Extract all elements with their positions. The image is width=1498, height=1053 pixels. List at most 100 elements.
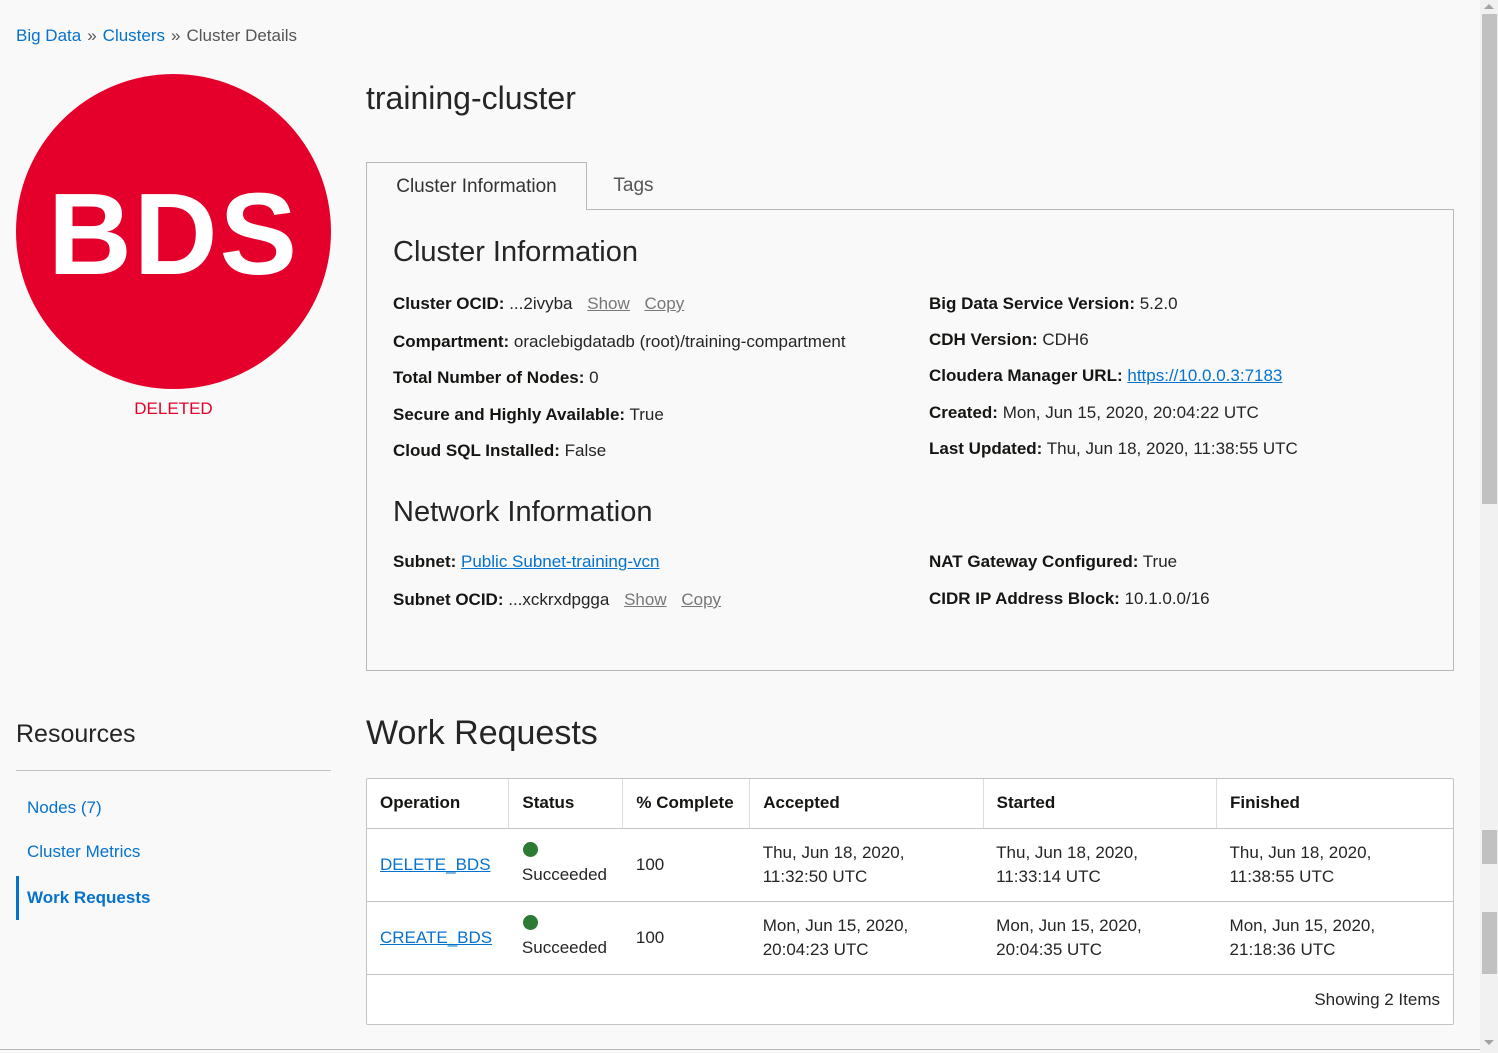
status-cell: Succeeded	[508, 828, 623, 902]
field-label: Cloudera Manager URL:	[929, 366, 1123, 385]
nat-gateway-value: True	[1142, 552, 1178, 571]
show-ocid-button[interactable]: Show	[587, 294, 630, 313]
finished-time: 11:38:55 UTC	[1229, 866, 1335, 886]
status-text: Succeeded	[521, 865, 607, 884]
cidr-value: 10.1.0.0/16	[1124, 589, 1210, 608]
finished-cell: Thu, Jun 18, 2020, 11:38:55 UTC	[1216, 828, 1453, 902]
breadcrumb-separator: »	[87, 26, 97, 45]
cdh-version-field: CDH Version: CDH6	[929, 330, 1089, 350]
breadcrumb-clusters[interactable]: Clusters	[103, 26, 165, 45]
accepted-time: 11:32:50 UTC	[762, 866, 868, 886]
field-label: CDH Version:	[929, 330, 1038, 349]
breadcrumb-current: Cluster Details	[186, 26, 298, 45]
field-label: NAT Gateway Configured:	[929, 552, 1139, 571]
work-requests-table: Operation Status % Complete Accepted Sta…	[366, 778, 1454, 1025]
percent-complete: 100	[622, 901, 750, 975]
accepted-time: 20:04:23 UTC	[762, 939, 869, 959]
scrollbar-thumb[interactable]	[1482, 14, 1497, 504]
accepted-date: Mon, Jun 15, 2020,	[762, 915, 909, 935]
field-label: Big Data Service Version:	[929, 294, 1135, 313]
cdh-version-value: CDH6	[1042, 330, 1089, 349]
breadcrumb-big-data[interactable]: Big Data	[16, 26, 81, 45]
breadcrumb-separator: »	[171, 26, 181, 45]
started-cell: Thu, Jun 18, 2020, 11:33:14 UTC	[983, 828, 1217, 902]
resources-title: Resources	[16, 720, 136, 748]
column-header-finished[interactable]: Finished	[1216, 779, 1453, 829]
cluster-info-panel: Cluster Information Cluster OCID: ...2iv…	[366, 209, 1454, 671]
cidr-field: CIDR IP Address Block: 10.1.0.0/16	[929, 589, 1210, 609]
resources-divider	[16, 770, 331, 771]
started-time: 20:04:35 UTC	[996, 939, 1102, 959]
work-requests-title: Work Requests	[366, 714, 598, 752]
field-label: Secure and Highly Available:	[393, 405, 626, 424]
secure-ha-value: True	[629, 405, 664, 424]
created-value: Mon, Jun 15, 2020, 20:04:22 UTC	[1002, 403, 1259, 422]
cluster-info-title: Cluster Information	[393, 236, 638, 268]
copy-ocid-button[interactable]: Copy	[645, 294, 685, 313]
last-updated-value: Thu, Jun 18, 2020, 11:38:55 UTC	[1046, 439, 1298, 458]
column-header-accepted[interactable]: Accepted	[749, 779, 984, 829]
field-label: Subnet OCID:	[393, 590, 504, 609]
accepted-cell: Thu, Jun 18, 2020, 11:32:50 UTC	[749, 828, 984, 902]
compartment-field: Compartment: oraclebigdatadb (root)/trai…	[393, 332, 846, 352]
status-text: Succeeded	[521, 938, 607, 957]
success-status-icon	[522, 915, 538, 930]
network-info-title: Network Information	[393, 496, 653, 528]
breadcrumb: Big Data » Clusters » Cluster Details	[16, 26, 297, 46]
finished-cell: Mon, Jun 15, 2020, 21:18:36 UTC	[1216, 901, 1453, 975]
scroll-up-arrow-icon[interactable]	[1484, 4, 1494, 9]
bds-status-badge-icon: BDS	[16, 74, 331, 389]
field-label: Created:	[929, 403, 998, 422]
subnet-field: Subnet: Public Subnet-training-vcn	[393, 552, 659, 572]
scroll-down-arrow-icon[interactable]	[1484, 1040, 1494, 1045]
resource-link-cluster-metrics[interactable]: Cluster Metrics	[16, 842, 316, 862]
column-header-started[interactable]: Started	[983, 779, 1218, 829]
tab-cluster-information[interactable]: Cluster Information	[366, 162, 587, 210]
operation-link[interactable]: CREATE_BDS	[380, 928, 492, 947]
table-row: DELETE_BDS Succeeded 100 Thu, Jun 18, 20…	[367, 828, 1453, 902]
scrollbar-thumb-secondary	[1482, 830, 1497, 864]
bds-version-field: Big Data Service Version: 5.2.0	[929, 294, 1178, 314]
column-header-operation[interactable]: Operation	[367, 779, 510, 829]
accepted-cell: Mon, Jun 15, 2020, 20:04:23 UTC	[749, 901, 984, 975]
cluster-ocid-field: Cluster OCID: ...2ivyba Show Copy	[393, 294, 684, 314]
bottom-divider	[0, 1049, 1480, 1050]
lifecycle-state: DELETED	[134, 399, 213, 418]
success-status-icon	[522, 842, 538, 857]
total-nodes-field: Total Number of Nodes: 0	[393, 368, 599, 388]
scrollbar-thumb-secondary	[1482, 912, 1497, 974]
last-updated-field: Last Updated: Thu, Jun 18, 2020, 11:38:5…	[929, 439, 1298, 459]
table-item-count: Showing 2 Items	[1314, 990, 1440, 1009]
secure-ha-field: Secure and Highly Available: True	[393, 405, 664, 425]
resource-link-work-requests[interactable]: Work Requests	[16, 876, 316, 920]
subnet-link[interactable]: Public Subnet-training-vcn	[461, 552, 659, 571]
page-title: training-cluster	[366, 80, 576, 116]
nat-gateway-field: NAT Gateway Configured: True	[929, 552, 1177, 572]
cloud-sql-value: False	[564, 441, 607, 460]
started-time: 11:33:14 UTC	[996, 866, 1101, 886]
copy-subnet-ocid-button[interactable]: Copy	[681, 590, 721, 609]
tab-tags[interactable]: Tags	[587, 162, 680, 210]
column-header-status[interactable]: Status	[508, 779, 624, 829]
field-label: Total Number of Nodes:	[393, 368, 585, 387]
subnet-ocid-field: Subnet OCID: ...xckrxdpgga Show Copy	[393, 590, 721, 610]
show-subnet-ocid-button[interactable]: Show	[624, 590, 667, 609]
compartment-value: oraclebigdatadb (root)/training-compartm…	[513, 332, 846, 351]
column-header-complete[interactable]: % Complete	[622, 779, 751, 829]
resource-link-nodes[interactable]: Nodes (7)	[16, 798, 316, 818]
finished-date: Mon, Jun 15, 2020,	[1229, 915, 1376, 935]
bds-badge-text: BDS	[48, 168, 299, 299]
field-label: Subnet:	[393, 552, 457, 571]
started-date: Mon, Jun 15, 2020,	[996, 915, 1142, 935]
field-label: Cloud SQL Installed:	[393, 441, 560, 460]
bds-version-value: 5.2.0	[1139, 294, 1178, 313]
table-header-row: Operation Status % Complete Accepted Sta…	[367, 779, 1453, 829]
started-date: Thu, Jun 18, 2020,	[996, 842, 1138, 862]
field-label: Cluster OCID:	[393, 294, 505, 313]
operation-link[interactable]: DELETE_BDS	[380, 855, 491, 874]
cloudera-manager-url-link[interactable]: https://10.0.0.3:7183	[1127, 366, 1282, 385]
started-cell: Mon, Jun 15, 2020, 20:04:35 UTC	[983, 901, 1217, 975]
cloudera-url-field: Cloudera Manager URL: https://10.0.0.3:7…	[929, 366, 1282, 386]
finished-date: Thu, Jun 18, 2020,	[1229, 842, 1372, 862]
status-cell: Succeeded	[508, 901, 623, 975]
